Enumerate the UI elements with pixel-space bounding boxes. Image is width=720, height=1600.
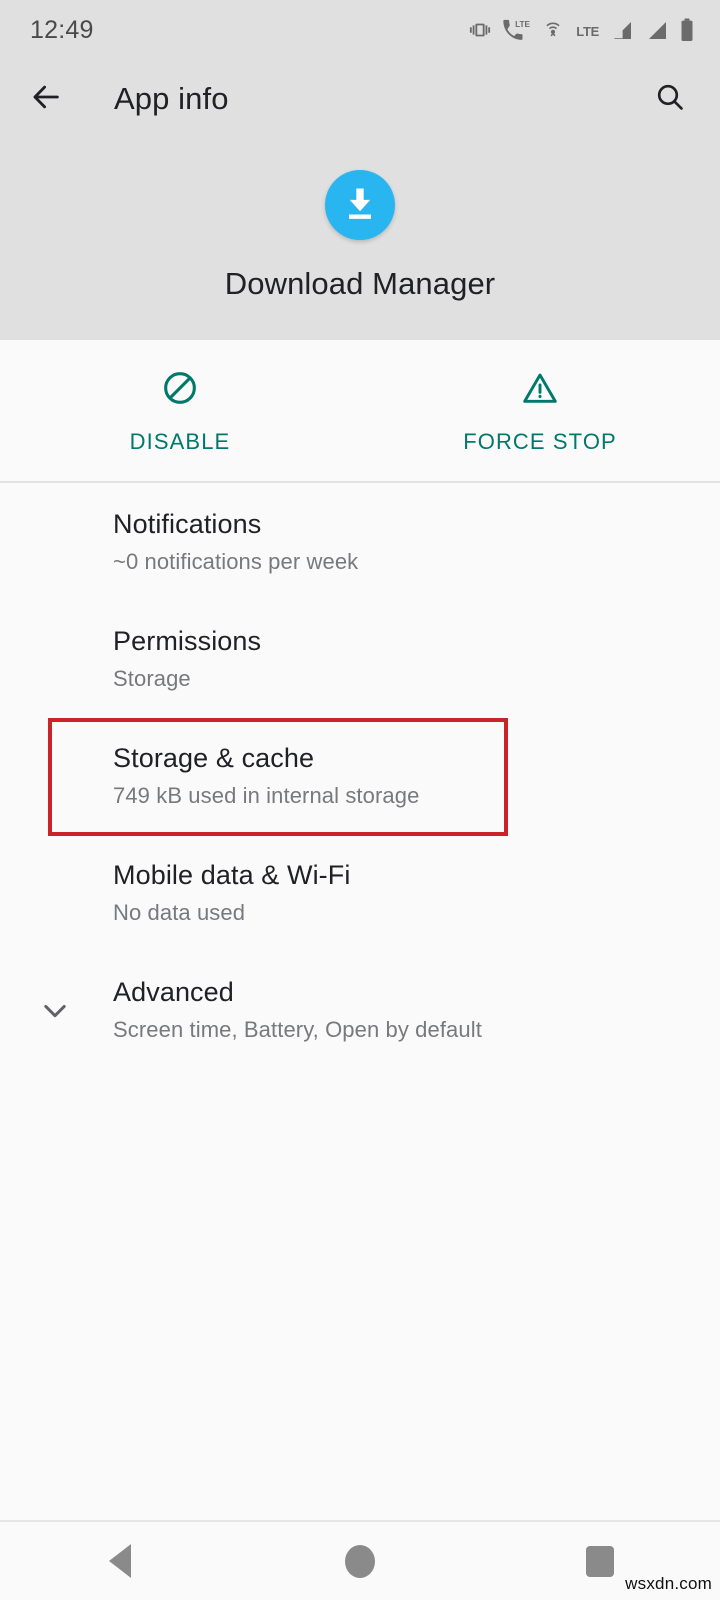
page-title: App info	[114, 81, 229, 116]
item-title: Storage & cache	[113, 742, 315, 773]
download-manager-icon	[325, 170, 395, 240]
volte-call-icon: LTE	[502, 19, 530, 41]
item-subtitle: ~0 notifications per week	[113, 548, 359, 574]
item-subtitle: Screen time, Battery, Open by default	[113, 1016, 482, 1042]
list-item-advanced[interactable]: Advanced Screen time, Battery, Open by d…	[0, 951, 720, 1068]
chevron-down-icon	[32, 987, 78, 1033]
lte-label-icon: LTE	[576, 24, 599, 39]
force-stop-label: FORCE STOP	[463, 428, 617, 454]
back-button[interactable]	[18, 71, 74, 127]
list-item-mobile-data-wifi[interactable]: Mobile data & Wi-Fi No data used	[0, 834, 720, 951]
hotspot-icon	[541, 19, 565, 41]
item-title: Notifications	[113, 508, 262, 539]
item-subtitle: 749 kB used in internal storage	[113, 782, 420, 808]
app-actions-row: DISABLE FORCE STOP	[0, 340, 720, 482]
action-bar: App info	[0, 62, 720, 136]
nav-recents-icon	[586, 1545, 614, 1577]
item-title: Advanced	[113, 976, 234, 1007]
nav-home-button[interactable]	[240, 1522, 480, 1600]
item-subtitle: No data used	[113, 899, 246, 925]
app-name: Download Manager	[224, 266, 496, 301]
nav-back-icon	[109, 1544, 131, 1578]
warning-triangle-icon	[520, 368, 560, 413]
status-icons: LTE LTE	[469, 18, 694, 42]
battery-icon	[680, 18, 694, 42]
status-bar: 12:49 LTE LTE	[0, 0, 720, 60]
nav-home-icon	[345, 1544, 375, 1578]
system-navigation-bar	[0, 1522, 720, 1600]
item-title: Permissions	[113, 625, 262, 656]
svg-text:LTE: LTE	[515, 20, 530, 29]
force-stop-button[interactable]: FORCE STOP	[360, 340, 720, 482]
site-watermark: wsxdn.com	[625, 1574, 712, 1593]
app-identity: Download Manager	[0, 170, 720, 302]
nav-back-button[interactable]	[0, 1522, 240, 1600]
status-clock: 12:49	[30, 15, 94, 44]
app-info-screen: 12:49 LTE LTE App info Download Manager …	[0, 0, 720, 1600]
signal-bars-sim1-icon	[610, 19, 634, 41]
list-item-notifications[interactable]: Notifications ~0 notifications per week	[0, 483, 720, 600]
header-block: 12:49 LTE LTE App info Download Manager	[0, 0, 720, 340]
item-title: Mobile data & Wi-Fi	[113, 859, 351, 890]
search-button[interactable]	[642, 71, 698, 127]
list-item-permissions[interactable]: Permissions Storage	[0, 600, 720, 717]
block-circle-slash-icon	[160, 368, 200, 413]
disable-button[interactable]: DISABLE	[0, 340, 360, 482]
list-item-storage-cache[interactable]: Storage & cache 749 kB used in internal …	[0, 717, 720, 834]
settings-list: Notifications ~0 notifications per week …	[0, 483, 720, 1068]
search-icon	[654, 81, 686, 118]
signal-bars-sim2-icon	[645, 19, 669, 41]
vibrate-icon	[469, 19, 491, 41]
disable-label: DISABLE	[129, 428, 231, 454]
item-subtitle: Storage	[113, 665, 191, 691]
back-arrow-icon	[29, 80, 63, 119]
